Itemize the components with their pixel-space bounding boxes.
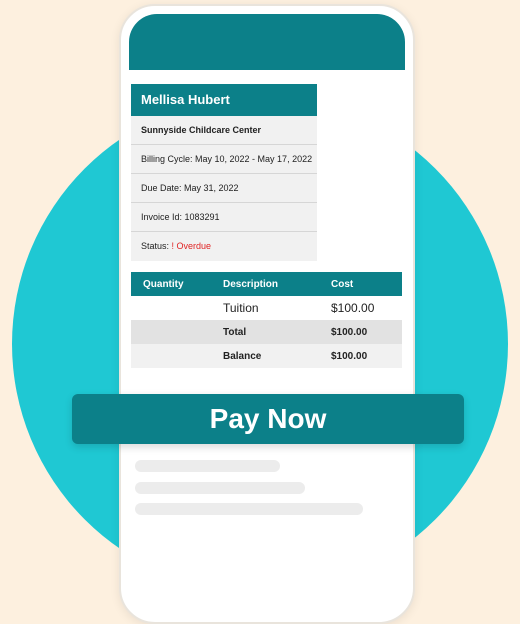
placeholder-line bbox=[135, 482, 305, 494]
customer-name: Mellisa Hubert bbox=[131, 84, 317, 116]
header-cost: Cost bbox=[319, 272, 402, 296]
row-quantity bbox=[131, 344, 211, 368]
row-cost: $100.00 bbox=[319, 296, 402, 320]
due-date: Due Date: May 31, 2022 bbox=[131, 174, 317, 203]
placeholder-line bbox=[135, 460, 280, 472]
phone-header-bar bbox=[129, 14, 405, 70]
status-row: Status: ! Overdue bbox=[131, 232, 317, 261]
row-cost: $100.00 bbox=[319, 344, 402, 368]
status-label: Status: bbox=[141, 241, 172, 251]
table-row-balance: Balance $100.00 bbox=[131, 344, 402, 368]
pay-now-button[interactable]: Pay Now bbox=[72, 394, 464, 444]
row-quantity bbox=[131, 296, 211, 320]
header-description: Description bbox=[211, 272, 319, 296]
table-header-row: Quantity Description Cost bbox=[131, 272, 402, 296]
row-description: Tuition bbox=[211, 296, 319, 320]
billing-cycle: Billing Cycle: May 10, 2022 - May 17, 20… bbox=[131, 145, 317, 174]
placeholder-line bbox=[135, 503, 363, 515]
table-row-total: Total $100.00 bbox=[131, 320, 402, 344]
invoice-info-card: Mellisa Hubert Sunnyside Childcare Cente… bbox=[131, 84, 317, 261]
table-row: Tuition $100.00 bbox=[131, 296, 402, 320]
row-description: Balance bbox=[211, 344, 319, 368]
row-description: Total bbox=[211, 320, 319, 344]
invoice-table: Quantity Description Cost Tuition $100.0… bbox=[131, 272, 402, 368]
row-quantity bbox=[131, 320, 211, 344]
status-badge: ! Overdue bbox=[171, 241, 212, 251]
header-quantity: Quantity bbox=[131, 272, 211, 296]
center-name: Sunnyside Childcare Center bbox=[131, 116, 317, 145]
invoice-id: Invoice Id: 1083291 bbox=[131, 203, 317, 232]
row-cost: $100.00 bbox=[319, 320, 402, 344]
